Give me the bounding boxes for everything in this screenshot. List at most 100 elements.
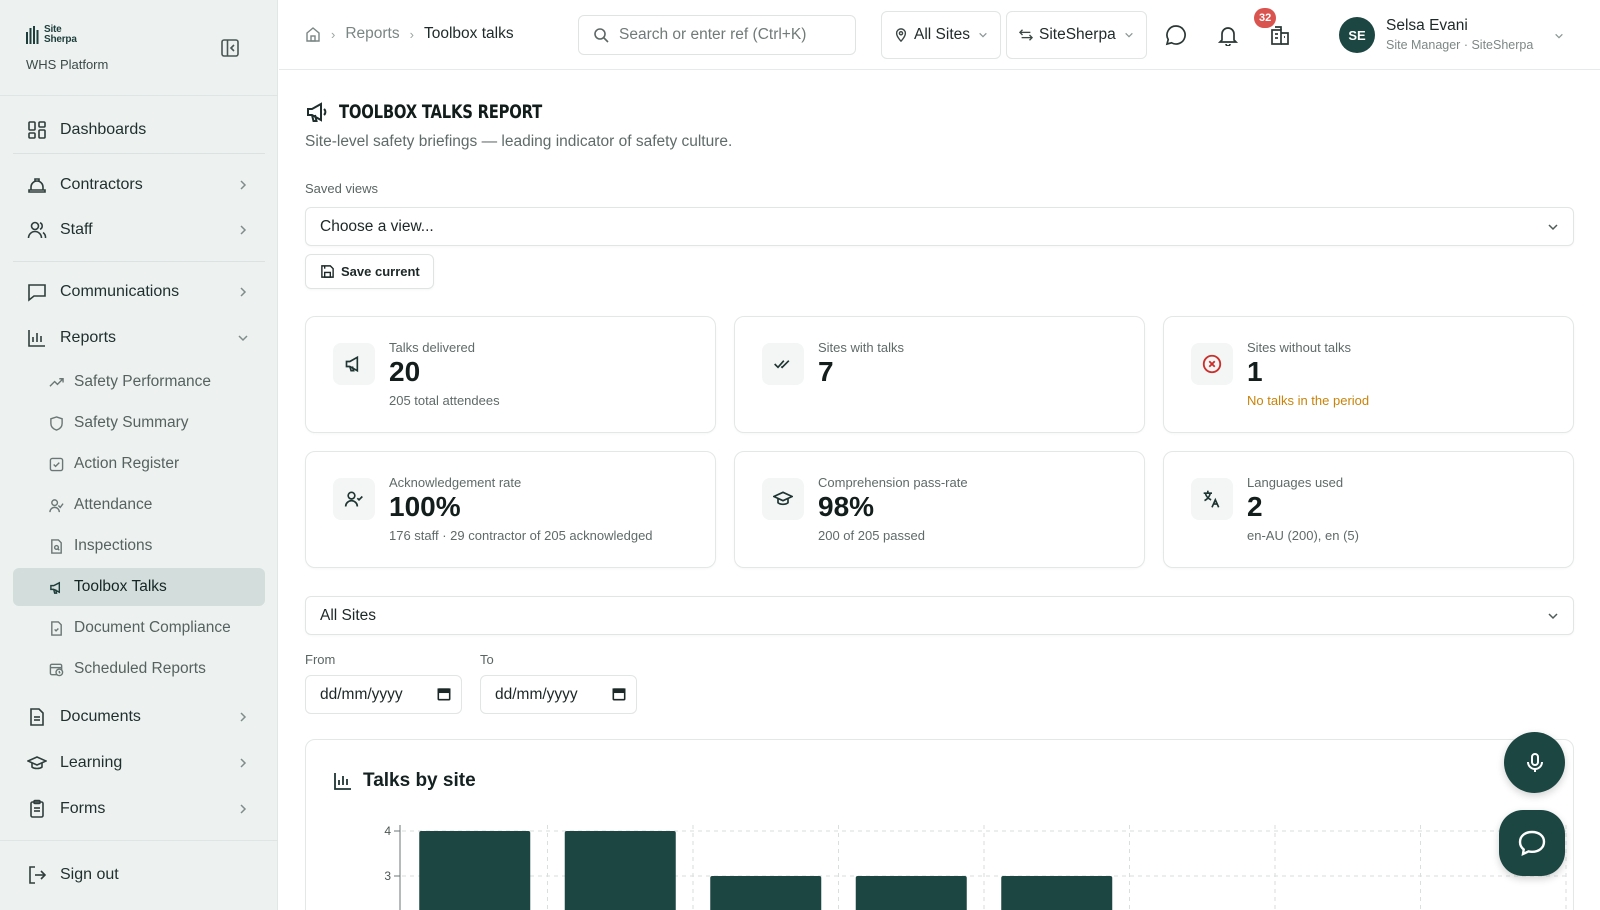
switch-arrows-icon <box>1019 28 1033 42</box>
kpi-value: 1 <box>1247 356 1263 387</box>
brand-subtitle: WHS Platform <box>26 57 109 72</box>
kpi-subtext: en-AU (200), en (5) <box>1247 528 1359 543</box>
chart-y-tick-label: 4 <box>384 824 391 838</box>
sidebar-separator <box>13 153 265 154</box>
page-title: TOOLBOX TALKS REPORT <box>339 101 543 123</box>
company-button[interactable] <box>1267 22 1293 48</box>
chart-bar[interactable] <box>855 876 967 910</box>
saved-views-select[interactable]: Choose a view... <box>305 207 1574 246</box>
sidebar-subitem-inspections[interactable]: Inspections <box>13 527 265 565</box>
sidebar-subitem-scheduled-reports[interactable]: Scheduled Reports <box>13 650 265 688</box>
page-title-row: TOOLBOX TALKS REPORT <box>305 100 599 124</box>
log-out-icon <box>26 864 48 886</box>
kpi-subtext: 200 of 205 passed <box>818 528 925 543</box>
site-select[interactable]: All Sites <box>305 596 1574 635</box>
avatar[interactable]: SE <box>1339 17 1375 53</box>
notifications-button[interactable] <box>1215 22 1241 48</box>
page-subtitle: Site-level safety briefings — leading in… <box>305 133 733 150</box>
hard-hat-icon <box>26 174 48 196</box>
x-circle-icon <box>1191 343 1233 385</box>
kpi-value: 7 <box>818 356 834 387</box>
megaphone-icon <box>305 100 329 124</box>
chart-bar[interactable] <box>419 831 531 910</box>
sidebar-subitem-action-register[interactable]: Action Register <box>13 445 265 483</box>
support-chat-button[interactable] <box>1499 810 1565 876</box>
file-check-icon <box>48 620 64 636</box>
messages-button[interactable] <box>1163 22 1189 48</box>
sidebar-divider <box>0 95 278 96</box>
sidebar-item-label: Dashboards <box>60 121 147 138</box>
sign-out-button[interactable]: Sign out <box>13 857 265 893</box>
kpi-subtext: 176 staff · 29 contractor of 205 acknowl… <box>389 528 653 543</box>
sidebar-subitem-safety-summary[interactable]: Safety Summary <box>13 404 265 442</box>
chart-bar[interactable] <box>1001 876 1113 910</box>
kpi-value: 100% <box>389 491 461 522</box>
chart-title: Talks by site <box>363 770 476 791</box>
sidebar-item-learning[interactable]: Learning <box>13 745 265 781</box>
to-date-input[interactable]: dd/mm/yyyy <box>480 675 637 714</box>
breadcrumb-reports[interactable]: Reports <box>345 25 399 43</box>
sidebar-item-documents[interactable]: Documents <box>13 699 265 735</box>
logo-line2: Sherpa <box>44 34 77 45</box>
sidebar-subitem-label: Inspections <box>74 537 153 554</box>
breadcrumb-current: Toolbox talks <box>423 25 514 42</box>
sidebar-item-forms[interactable]: Forms <box>13 791 265 827</box>
sidebar-item-contractors[interactable]: Contractors <box>13 167 265 203</box>
kpi-title: Talks delivered <box>389 340 475 355</box>
home-icon[interactable] <box>305 26 321 42</box>
sidebar-subitem-document-compliance[interactable]: Document Compliance <box>13 609 265 647</box>
sidebar-item-staff[interactable]: Staff <box>13 212 265 248</box>
translate-icon <box>1191 478 1233 520</box>
chart-bar[interactable] <box>564 831 676 910</box>
kpi-title: Acknowledgement rate <box>389 475 522 490</box>
brand: Site Sherpa WHS Platform <box>26 24 108 72</box>
chart-bar[interactable] <box>710 876 822 910</box>
chat-bubble-icon <box>1165 25 1186 46</box>
sidebar-separator <box>13 261 265 262</box>
graduation-cap-icon <box>26 752 48 774</box>
search-placeholder: Search or enter ref (Ctrl+K) <box>619 26 807 43</box>
chevron-right-icon <box>237 223 249 241</box>
kpi-value: 98% <box>818 491 875 522</box>
search-input[interactable]: Search or enter ref (Ctrl+K) <box>578 15 856 55</box>
chevron-down-icon <box>978 30 988 40</box>
chevron-down-icon <box>1547 221 1559 233</box>
sidebar-item-dashboards[interactable]: Dashboards <box>13 112 265 148</box>
to-label: To <box>480 652 494 667</box>
user-menu-chevron-icon[interactable] <box>1554 28 1564 46</box>
clipboard-icon <box>26 798 48 820</box>
kpi-card-comprehension-pass-rate: Comprehension pass-rate 98% 200 of 205 p… <box>734 451 1145 568</box>
sidebar-subitem-toolbox-talks[interactable]: Toolbox Talks <box>13 568 265 606</box>
top-bar: › Reports › Toolbox talks Search or ente… <box>279 0 1600 70</box>
save-current-label: Save current <box>341 264 420 279</box>
kpi-subtext: 205 total attendees <box>389 393 500 408</box>
sidebar-subitem-attendance[interactable]: Attendance <box>13 486 265 524</box>
kpi-title: Languages used <box>1247 475 1344 490</box>
to-date-value: dd/mm/yyyy <box>495 685 578 703</box>
file-search-icon <box>48 538 64 554</box>
kpi-value: 2 <box>1247 491 1263 522</box>
microphone-icon <box>1526 752 1543 772</box>
megaphone-icon <box>48 579 64 595</box>
site-filter-label: All Sites <box>914 26 970 43</box>
search-icon <box>593 27 609 43</box>
sidebar-subitem-label: Safety Summary <box>74 414 189 431</box>
user-check-icon <box>333 478 375 520</box>
sidebar-item-label: Communications <box>60 283 180 300</box>
save-current-button[interactable]: Save current <box>305 254 434 289</box>
org-switch-dropdown[interactable]: SiteSherpa <box>1006 11 1147 59</box>
sidebar-collapse-button[interactable] <box>218 36 242 60</box>
site-filter-dropdown[interactable]: All Sites <box>881 11 1001 59</box>
voice-input-button[interactable] <box>1504 732 1565 793</box>
sidebar-item-communications[interactable]: Communications <box>13 274 265 310</box>
talks-by-site-chart-card: 34 Talks by site <box>305 739 1574 910</box>
sidebar-subitem-safety-performance[interactable]: Safety Performance <box>13 363 265 401</box>
bar-chart-icon <box>333 771 353 791</box>
logo-text: Site Sherpa <box>44 25 77 45</box>
chart-title-row: Talks by site <box>333 770 476 792</box>
megaphone-icon <box>333 343 375 385</box>
from-date-input[interactable]: dd/mm/yyyy <box>305 675 462 714</box>
calendar-icon <box>437 687 451 701</box>
chevron-right-icon <box>237 756 249 774</box>
sidebar-item-reports[interactable]: Reports <box>13 320 265 356</box>
